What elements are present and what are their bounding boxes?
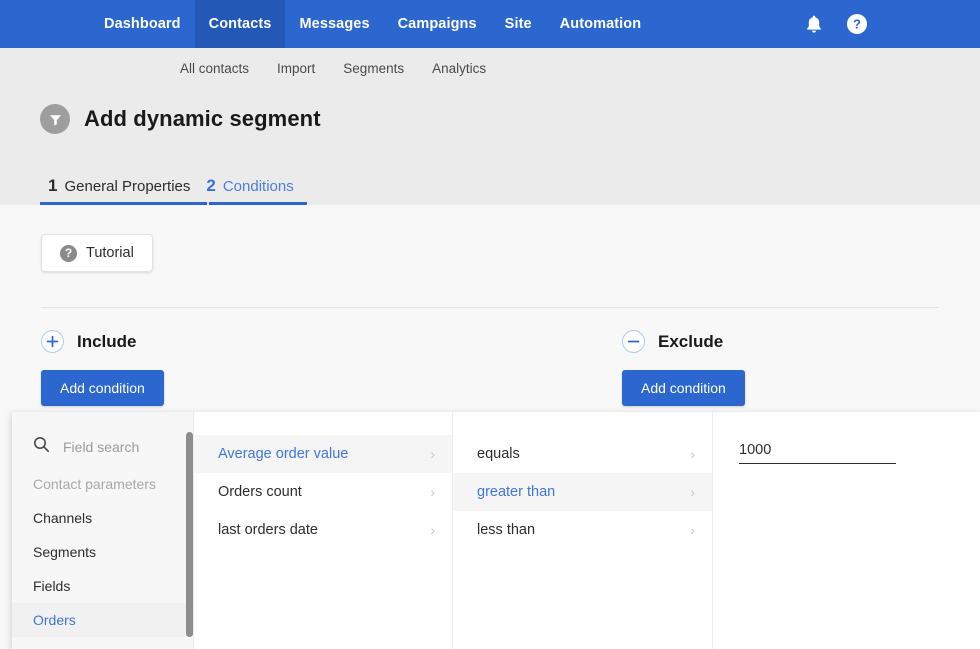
page-header-section: Add dynamic segment 1 General Properties…: [0, 88, 980, 236]
svg-text:?: ?: [853, 17, 861, 32]
nav-item-contacts[interactable]: Contacts: [194, 0, 286, 48]
tutorial-button-label: Tutorial: [86, 245, 134, 261]
nav-item-dashboard[interactable]: Dashboard: [90, 0, 195, 48]
wizard-steps: 1 General Properties 2 Conditions: [40, 176, 302, 205]
nav-item-messages[interactable]: Messages: [285, 0, 383, 48]
dropdown-column-value: [713, 412, 980, 649]
exclude-label: Exclude: [658, 331, 724, 351]
plus-circle-icon[interactable]: [41, 330, 64, 353]
bell-icon[interactable]: [804, 14, 824, 35]
step-general-properties[interactable]: 1 General Properties: [40, 176, 198, 205]
operators-list: equals › greater than › less than ›: [453, 412, 712, 549]
step-2-label: Conditions: [222, 178, 294, 195]
dropdown-column-categories: Field search Contact parameters Channels…: [12, 412, 194, 649]
dropdown-operator-label: less than: [477, 522, 536, 538]
dropdown-category-contact-update[interactable]: Contact update: [12, 637, 193, 649]
dropdown-field-label: Average order value: [218, 446, 349, 462]
condition-value-input[interactable]: [739, 440, 896, 464]
subnav-item-all-contacts[interactable]: All contacts: [180, 61, 249, 76]
chevron-right-icon: ›: [690, 446, 695, 462]
chevron-right-icon: ›: [690, 484, 695, 500]
chevron-right-icon: ›: [690, 522, 695, 538]
dropdown-field-average-order-value[interactable]: Average order value ›: [194, 435, 452, 473]
page-title-row: Add dynamic segment: [0, 88, 980, 134]
exclude-column: Exclude Add condition: [510, 330, 980, 406]
dropdown-categories-scrollbar[interactable]: [186, 424, 193, 649]
contacts-subnav: All contacts Import Segments Analytics: [0, 48, 980, 88]
chevron-right-icon: ›: [430, 522, 435, 538]
subnav-item-import[interactable]: Import: [277, 61, 315, 76]
field-search-row[interactable]: Field search: [12, 428, 193, 466]
subnav-item-analytics[interactable]: Analytics: [432, 61, 486, 76]
chevron-right-icon: ›: [430, 484, 435, 500]
minus-circle-icon[interactable]: [622, 330, 645, 353]
dropdown-operator-label: greater than: [477, 484, 556, 500]
search-icon: [33, 436, 50, 458]
exclude-header: Exclude: [622, 330, 980, 353]
dropdown-field-last-orders-date[interactable]: last orders date ›: [194, 511, 452, 549]
contact-parameters-group-label: Contact parameters: [33, 476, 156, 492]
funnel-icon: [40, 104, 70, 134]
dropdown-operator-equals[interactable]: equals ›: [453, 435, 712, 473]
step-1-number: 1: [48, 176, 58, 195]
dropdown-operator-greater-than[interactable]: greater than ›: [453, 473, 712, 511]
dropdown-operator-less-than[interactable]: less than ›: [453, 511, 712, 549]
dropdown-field-label: Orders count: [218, 484, 302, 500]
include-column: Include Add condition: [0, 330, 510, 406]
question-circle-icon: ?: [60, 244, 77, 262]
dropdown-category-segments[interactable]: Segments: [12, 535, 193, 569]
step-1-label: General Properties: [64, 178, 191, 195]
nav-item-campaigns[interactable]: Campaigns: [384, 0, 491, 48]
subnav-item-segments[interactable]: Segments: [343, 61, 404, 76]
section-divider: [41, 307, 939, 308]
step-2-number: 2: [206, 176, 216, 195]
include-add-condition-button[interactable]: Add condition: [41, 370, 164, 406]
top-nav-right-icons: ?: [804, 0, 868, 48]
field-search-placeholder: Field search: [63, 439, 140, 455]
top-nav-items: Dashboard Contacts Messages Campaigns Si…: [90, 0, 655, 48]
dropdown-column-fields: Average order value › Orders count › las…: [194, 412, 453, 649]
help-circle-icon[interactable]: ?: [846, 13, 868, 35]
nav-item-site[interactable]: Site: [491, 0, 546, 48]
conditions-columns: Include Add condition Exclude Add condit…: [0, 330, 980, 406]
dropdown-column-operators: equals › greater than › less than ›: [453, 412, 713, 649]
exclude-add-condition-button[interactable]: Add condition: [622, 370, 745, 406]
step-conditions[interactable]: 2 Conditions: [198, 176, 301, 205]
dropdown-category-fields[interactable]: Fields: [12, 569, 193, 603]
include-header: Include: [41, 330, 510, 353]
fields-list: Average order value › Orders count › las…: [194, 412, 452, 549]
chevron-right-icon: ›: [430, 446, 435, 462]
top-navigation-bar: Dashboard Contacts Messages Campaigns Si…: [0, 0, 980, 48]
scrollbar-thumb[interactable]: [186, 432, 193, 637]
dropdown-category-channels[interactable]: Channels: [12, 501, 193, 535]
page-title: Add dynamic segment: [84, 106, 321, 131]
dropdown-category-orders[interactable]: Orders: [12, 603, 193, 637]
condition-builder-dropdown: Field search Contact parameters Channels…: [12, 412, 980, 649]
include-label: Include: [77, 331, 137, 351]
dropdown-field-label: last orders date: [218, 522, 318, 538]
value-input-wrapper: [713, 412, 980, 464]
tutorial-button[interactable]: ? Tutorial: [41, 234, 153, 272]
nav-item-automation[interactable]: Automation: [546, 0, 656, 48]
dropdown-operator-label: equals: [477, 446, 520, 462]
dropdown-field-orders-count[interactable]: Orders count ›: [194, 473, 452, 511]
